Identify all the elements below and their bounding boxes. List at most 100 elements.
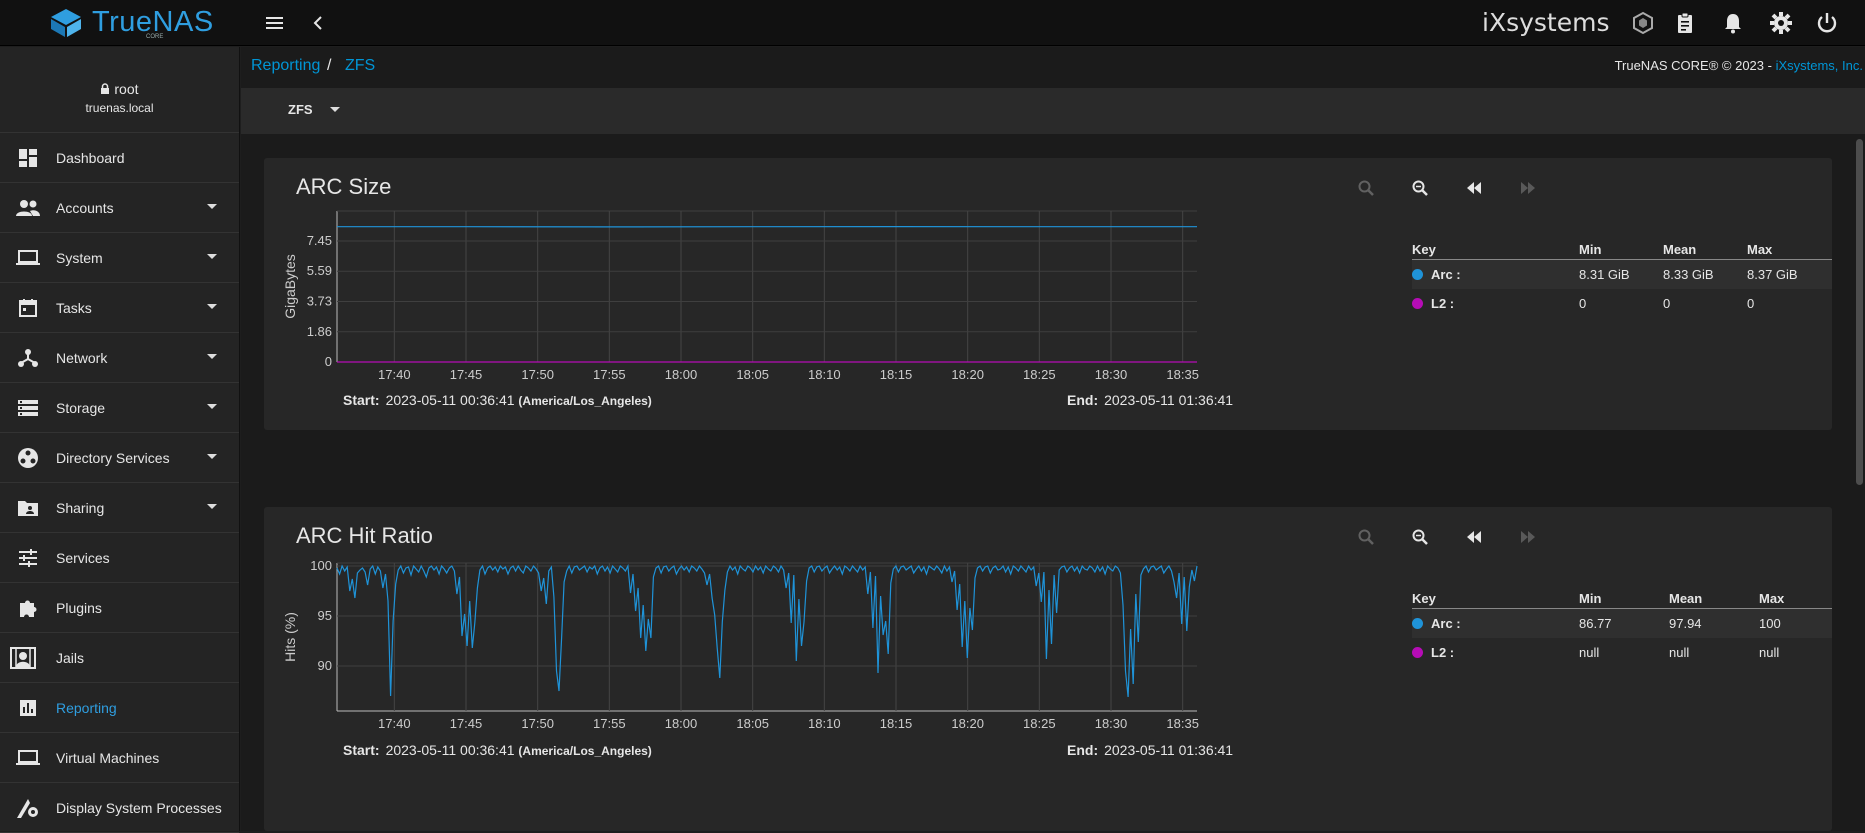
breadcrumb-separator: /: [327, 57, 331, 75]
x-tick-label: 18:00: [665, 716, 698, 731]
storage-icon: [17, 399, 39, 417]
sidebar-item-jails[interactable]: Jails: [0, 633, 239, 683]
chevron-down-icon: [330, 107, 340, 112]
step-forward-icon[interactable]: [1516, 525, 1540, 549]
breadcrumb-current[interactable]: ZFS: [345, 57, 375, 75]
x-tick-label: 18:35: [1166, 367, 1199, 382]
chevron-left-icon[interactable]: [308, 12, 332, 34]
sidebar-item-plugins[interactable]: Plugins: [0, 583, 239, 633]
accounts-icon: [16, 199, 40, 217]
sidebar-item-tasks[interactable]: Tasks: [0, 283, 239, 333]
y-tick-label: 95: [318, 608, 332, 623]
lock-icon: [100, 83, 110, 94]
sidebar-item-display-system-processes[interactable]: Display System Processes: [0, 783, 239, 833]
copyright: TrueNAS CORE® © 2023 - iXsystems, Inc.: [1615, 58, 1863, 73]
chevron-down-icon[interactable]: [207, 454, 217, 459]
sidebar-item-label: Services: [56, 550, 110, 566]
sidebar-item-label: Virtual Machines: [56, 750, 159, 766]
x-tick-label: 17:50: [521, 367, 554, 382]
folder-share-icon: [17, 499, 39, 517]
x-tick-label: 17:45: [450, 367, 483, 382]
truenas-logo[interactable]: TrueNAS CORE: [48, 6, 214, 39]
sidebar-item-label: Dashboard: [56, 150, 125, 166]
calendar-icon: [18, 298, 38, 318]
x-tick-label: 18:15: [880, 716, 913, 731]
arc-series-dot: [1412, 618, 1423, 629]
x-tick-label: 18:10: [808, 367, 841, 382]
bar-chart-icon: [19, 699, 37, 717]
sidebar-item-label: Accounts: [56, 200, 114, 216]
laptop-icon: [16, 749, 40, 767]
puzzle-icon: [17, 597, 39, 619]
laptop-icon: [16, 249, 40, 267]
x-tick-label: 18:05: [736, 716, 769, 731]
y-tick-label: 3.73: [307, 293, 332, 308]
x-tick-label: 18:05: [736, 367, 769, 382]
legend-row-arc: Arc : 86.77 97.94 100: [1412, 609, 1832, 638]
chevron-down-icon[interactable]: [207, 504, 217, 509]
sidebar-item-virtual-machines[interactable]: Virtual Machines: [0, 733, 239, 783]
x-tick-label: 18:25: [1023, 367, 1056, 382]
chevron-down-icon[interactable]: [207, 404, 217, 409]
step-back-icon[interactable]: [1462, 525, 1486, 549]
sliders-icon: [18, 549, 38, 567]
sidebar-item-accounts[interactable]: Accounts: [0, 183, 239, 233]
chart-card-arc-hit-ratio: ARC Hit Ratio 17:4017:4517:5017:5518:001…: [264, 507, 1832, 831]
truecommand-icon[interactable]: [1630, 10, 1656, 36]
sidebar-item-label: System: [56, 250, 103, 266]
sidebar-item-label: Tasks: [56, 300, 92, 316]
sidebar: root truenas.local Dashboard Accounts Sy…: [0, 47, 240, 831]
sidebar-item-storage[interactable]: Storage: [0, 383, 239, 433]
sidebar-item-label: Storage: [56, 400, 105, 416]
breadcrumb-reporting-link[interactable]: Reporting: [251, 57, 320, 75]
ixsystems-logo[interactable]: iXsystems: [1482, 8, 1609, 37]
bell-icon[interactable]: [1720, 10, 1746, 36]
chevron-down-icon[interactable]: [207, 304, 217, 309]
sidebar-item-network[interactable]: Network: [0, 333, 239, 383]
gear-icon[interactable]: [1768, 10, 1794, 36]
hostname: truenas.local: [0, 101, 239, 115]
legend-row-arc: Arc : 8.31 GiB 8.33 GiB 8.37 GiB: [1412, 260, 1832, 289]
scrollbar-thumb[interactable]: [1856, 139, 1863, 485]
y-tick-label: 1.86: [307, 324, 332, 339]
y-axis-label: GigaBytes: [282, 254, 298, 319]
menu-toggle-icon[interactable]: [264, 12, 288, 34]
ixsystems-link[interactable]: iXsystems, Inc.: [1776, 58, 1863, 73]
sidebar-item-reporting[interactable]: Reporting: [0, 683, 239, 733]
y-tick-label: 0: [325, 354, 332, 369]
start-time: Start:2023-05-11 00:36:41 (America/Los_A…: [343, 392, 652, 408]
report-toolbar: ZFS: [241, 88, 1865, 134]
y-axis-label: Hits (%): [282, 612, 298, 662]
sidebar-item-system[interactable]: System: [0, 233, 239, 283]
legend-row-l2: L2 : null null null: [1412, 638, 1832, 667]
y-tick-label: 7.45: [307, 233, 332, 248]
main-content: Reporting / ZFS TrueNAS CORE® © 2023 - i…: [241, 47, 1865, 831]
step-forward-icon[interactable]: [1516, 176, 1540, 200]
chevron-down-icon[interactable]: [207, 204, 217, 209]
x-tick-label: 18:30: [1095, 367, 1128, 382]
x-tick-label: 18:15: [880, 367, 913, 382]
arc-size-chart: 17:4017:4517:5017:5518:0018:0518:1018:15…: [264, 158, 1414, 398]
chevron-down-icon[interactable]: [207, 254, 217, 259]
end-time: End:2023-05-11 01:36:41: [1067, 392, 1233, 408]
sidebar-item-directory-services[interactable]: Directory Services: [0, 433, 239, 483]
breadcrumb: Reporting / ZFS TrueNAS CORE® © 2023 - i…: [241, 47, 1865, 87]
chart-card-arc-size: ARC Size 17:4017:4517:5017:5518:0018:051…: [264, 158, 1832, 430]
x-tick-label: 17:55: [593, 716, 626, 731]
jail-icon: [10, 647, 36, 669]
sidebar-item-services[interactable]: Services: [0, 533, 239, 583]
sidebar-item-label: Display System Processes: [56, 800, 222, 816]
clipboard-icon[interactable]: [1672, 10, 1698, 36]
x-tick-label: 17:40: [378, 716, 411, 731]
power-icon[interactable]: [1814, 10, 1840, 36]
report-type-select[interactable]: ZFS: [288, 102, 340, 117]
sidebar-item-sharing[interactable]: Sharing: [0, 483, 239, 533]
truenas-logo-icon: [48, 7, 84, 39]
network-icon: [17, 348, 39, 368]
sidebar-item-label: Jails: [56, 650, 84, 666]
top-bar: TrueNAS CORE iXsystems: [0, 0, 1865, 46]
sidebar-item-dashboard[interactable]: Dashboard: [0, 133, 239, 183]
chevron-down-icon[interactable]: [207, 354, 217, 359]
step-back-icon[interactable]: [1462, 176, 1486, 200]
x-tick-label: 17:55: [593, 367, 626, 382]
